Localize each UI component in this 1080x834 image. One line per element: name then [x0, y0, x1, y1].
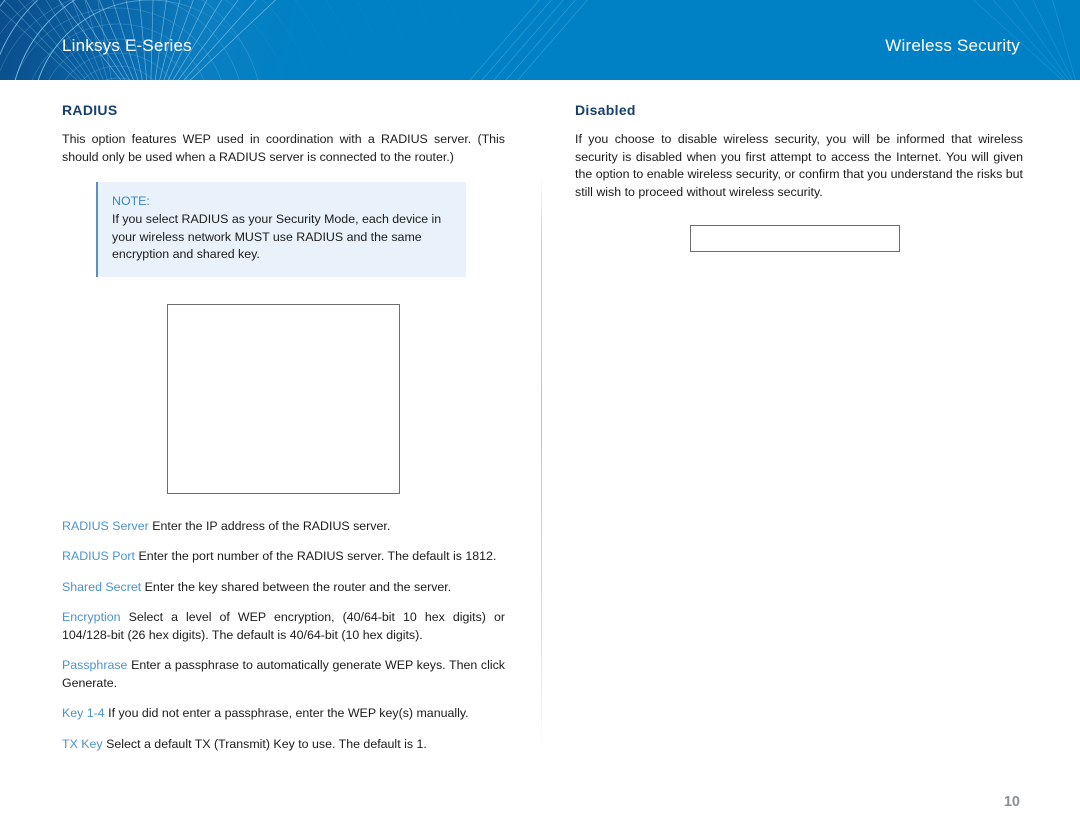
definition-description: Enter the IP address of the RADIUS serve…	[152, 518, 391, 533]
definition-term: Key 1-4	[62, 706, 105, 720]
definition-item: RADIUS Port Enter the port number of the…	[62, 548, 505, 566]
radius-section-heading: RADIUS	[62, 102, 118, 118]
page-number: 10	[1003, 794, 1020, 810]
definition-item: Passphrase Enter a passphrase to automat…	[62, 657, 505, 692]
definition-item: RADIUS Server Enter the IP address of th…	[62, 518, 505, 536]
disabled-security-screenshot	[690, 225, 900, 252]
definition-description: If you did not enter a passphrase, enter…	[108, 706, 469, 720]
note-text: If you select RADIUS as your Security Mo…	[112, 212, 442, 261]
left-column: RADIUS This option features WEP used in …	[62, 102, 505, 753]
radius-definition-list: RADIUS Server Enter the IP address of th…	[62, 518, 505, 754]
header-section-title: Wireless Security	[885, 36, 1020, 55]
definition-term: Shared Secret	[62, 579, 142, 594]
definition-term: Encryption	[62, 610, 121, 624]
disabled-paragraph: If you choose to disable wireless securi…	[575, 132, 1023, 199]
page-body: RADIUS This option features WEP used in …	[0, 80, 1080, 834]
definition-item: Shared Secret Enter the key shared betwe…	[62, 579, 505, 597]
right-column: Disabled If you choose to disable wirele…	[575, 102, 1023, 252]
note-callout: NOTE: If you select RADIUS as your Secur…	[96, 182, 466, 277]
definition-item: Key 1-4 If you did not enter a passphras…	[62, 705, 505, 723]
definition-term: TX Key	[62, 736, 103, 751]
definition-item: TX Key Select a default TX (Transmit) Ke…	[62, 736, 505, 754]
column-divider	[541, 175, 542, 755]
definition-item: Encryption Select a level of WEP encrypt…	[62, 609, 505, 644]
definition-description: Enter a passphrase to automatically gene…	[62, 658, 505, 690]
definition-description: Select a default TX (Transmit) Key to us…	[106, 736, 427, 751]
note-label: NOTE:	[112, 194, 150, 208]
disabled-section-heading: Disabled	[575, 102, 636, 118]
definition-description: Enter the port number of the RADIUS serv…	[138, 549, 497, 563]
definition-term: RADIUS Port	[62, 549, 135, 563]
definition-description: Select a level of WEP encryption, (40/64…	[62, 610, 505, 642]
page-header-banner: Linksys E-Series Wireless Security	[0, 0, 1080, 80]
definition-term: RADIUS Server	[62, 518, 149, 533]
definition-term: Passphrase	[62, 658, 128, 672]
radius-intro-paragraph: This option features WEP used in coordin…	[62, 132, 505, 164]
header-product-title: Linksys E-Series	[62, 36, 192, 55]
radius-settings-screenshot	[167, 303, 400, 494]
definition-description: Enter the key shared between the router …	[144, 579, 452, 594]
